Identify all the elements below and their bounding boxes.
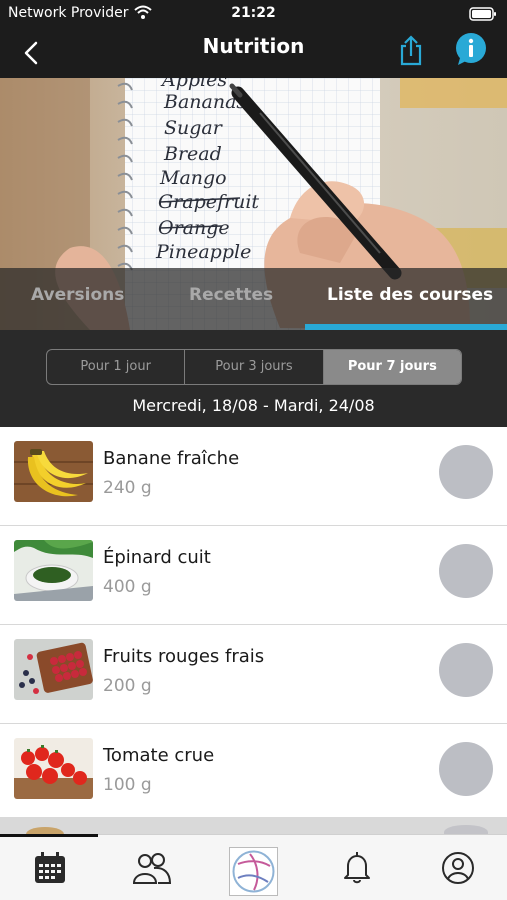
period-option-7-days[interactable]: Pour 7 jours [323,350,461,384]
note-line: Bread [163,143,222,165]
check-button[interactable] [439,742,493,796]
check-button[interactable] [439,445,493,499]
category-tabs: Aversions Recettes Liste des courses [0,268,507,330]
info-icon[interactable] [454,31,488,69]
check-button [444,825,488,834]
page-title: Nutrition [202,34,305,58]
list-item-partial [0,817,507,834]
list-item[interactable]: Banane fraîche 240 g [0,427,507,526]
check-button[interactable] [439,643,493,697]
period-option-3-days[interactable]: Pour 3 jours [185,350,324,384]
app-logo[interactable] [229,847,278,896]
status-bar: Network Provider 21:22 [0,0,507,28]
hero-image: Apples Bananas Sugar Bread Mango Grapefr… [0,78,507,330]
shopping-list: Banane fraîche 240 g Épinard cuit 400 g [0,427,507,834]
berries-image [14,639,93,700]
item-name: Épinard cuit [103,547,211,568]
list-item[interactable]: Tomate crue 100 g [0,724,507,823]
item-quantity: 100 g [103,775,152,795]
note-line: Sugar [164,117,224,139]
community-icon[interactable] [132,851,172,885]
tab-aversions[interactable]: Aversions [31,285,124,305]
item-name: Tomate crue [103,745,215,766]
list-item[interactable]: Fruits rouges frais 200 g [0,625,507,724]
tab-recettes[interactable]: Recettes [189,285,273,305]
period-panel: Pour 1 jour Pour 3 jours Pour 7 jours Me… [0,330,507,427]
calendar-icon[interactable] [33,851,67,885]
spinach-image [14,540,93,601]
nav-bar: Nutrition [0,28,507,78]
item-quantity: 240 g [103,478,152,498]
note-line: Pineapple [155,241,251,263]
item-name: Banane fraîche [103,448,240,469]
item-name: Fruits rouges frais [103,646,265,667]
tab-indicator [0,834,98,837]
bell-icon[interactable] [340,851,374,885]
tab-liste-des-courses[interactable]: Liste des courses [327,285,493,305]
date-range: Mercredi, 18/08 - Mardi, 24/08 [132,396,375,415]
share-icon[interactable] [396,34,426,66]
note-line: Apples [160,78,227,91]
battery-icon [469,7,496,21]
banana-image [14,441,93,502]
app-logo-mark [232,850,275,893]
period-segmented-control: Pour 1 jour Pour 3 jours Pour 7 jours [46,349,462,385]
profile-icon[interactable] [441,851,475,885]
status-time: 21:22 [231,5,276,21]
item-quantity: 400 g [103,577,152,597]
note-line: Mango [159,167,227,189]
item-thumbnail [26,827,64,834]
list-item[interactable]: Épinard cuit 400 g [0,526,507,625]
period-option-1-day[interactable]: Pour 1 jour [47,350,186,384]
check-button[interactable] [439,544,493,598]
tomatoes-image [14,738,93,799]
item-quantity: 200 g [103,676,152,696]
bottom-tab-bar [0,834,507,900]
